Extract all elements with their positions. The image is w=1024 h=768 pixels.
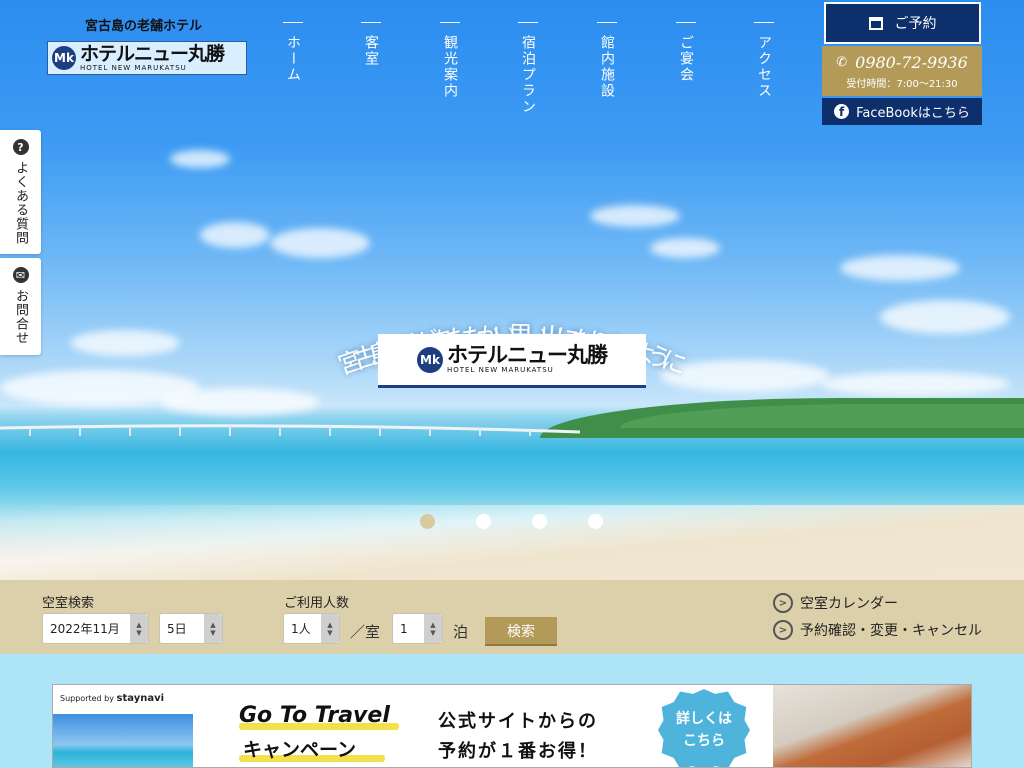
nav-banquet[interactable]: ご宴会	[676, 22, 696, 83]
per-room-label: ／室	[350, 623, 381, 641]
kurima-bridge	[0, 424, 580, 436]
slide-dot[interactable]	[588, 514, 603, 529]
side-tab-faq[interactable]: ? よくある質問	[0, 130, 41, 254]
slide-dot[interactable]	[476, 514, 491, 529]
cloud	[650, 238, 720, 258]
nav-facilities[interactable]: 館内施設	[597, 22, 617, 99]
supported-by: Supported by staynavi	[60, 693, 164, 704]
facebook-icon: f	[834, 104, 850, 119]
mail-icon: ✉	[12, 267, 29, 283]
logo-mark-icon: Mk	[417, 346, 443, 373]
nights-select[interactable]: 1 ▲ ▼	[392, 613, 443, 644]
hero-logo-jp: ホテルニュー丸勝	[447, 343, 608, 367]
spinner-icon: ▲ ▼	[130, 614, 148, 643]
phone-hours: 受付時間：7:00～21:30	[846, 79, 958, 90]
calendar-icon	[868, 16, 883, 30]
banner-message-line2: 予約が１番お得！	[438, 741, 598, 762]
hero-logo: Mk ホテルニュー丸勝 HOTEL NEW MARUKATSU	[378, 334, 646, 388]
nav-home[interactable]: ホーム	[283, 22, 303, 83]
people-select[interactable]: 1人 ▲ ▼	[283, 613, 340, 644]
search-button[interactable]: 検索	[485, 617, 557, 644]
chevron-right-icon: >	[773, 620, 793, 640]
badge-line1: 詳しくは	[676, 711, 732, 727]
banner-message: 公式サイトからの 予約が１番お得！	[438, 707, 598, 767]
banner-room-photo	[773, 685, 971, 767]
cloud	[270, 228, 370, 258]
nav-plans[interactable]: 宿泊プラン	[518, 22, 538, 115]
facebook-button[interactable]: f FaceBookはこちら	[822, 98, 982, 125]
nav-sightseeing[interactable]: 観光案内	[440, 22, 460, 99]
cloud	[880, 300, 1010, 334]
cloud	[820, 372, 1010, 396]
nights-unit: 泊	[453, 623, 469, 641]
phone-number: 0980-72-9936	[855, 53, 968, 72]
supported-brand: staynavi	[116, 693, 165, 704]
cloud	[840, 255, 960, 281]
reservation-manage-link[interactable]: > 予約確認・変更・キャンセル	[773, 620, 982, 640]
people-label: ご利用人数	[284, 596, 350, 611]
reserve-label: ご予約	[894, 16, 937, 32]
month-value: 2022年11月	[50, 622, 120, 636]
cloud	[170, 150, 230, 168]
day-value: 5日	[167, 622, 187, 636]
nav-access[interactable]: アクセス	[754, 22, 774, 99]
cloud	[200, 222, 270, 248]
vacancy-calendar-label: 空室カレンダー	[800, 596, 898, 612]
side-tab-faq-label: よくある質問	[13, 161, 28, 245]
nights-value: 1	[400, 621, 408, 636]
month-select[interactable]: 2022年11月 ▲ ▼	[42, 613, 149, 644]
slide-indicators	[0, 514, 1024, 530]
goto-travel-banner[interactable]: Supported by staynavi Go To Travel キャンペー…	[52, 684, 972, 768]
vacancy-search-label: 空室検索	[42, 596, 95, 611]
supported-by-text: Supported by	[60, 694, 114, 703]
banner-subtitle: キャンペーン	[243, 739, 357, 761]
cloud	[160, 388, 320, 416]
reserve-button[interactable]: ご予約	[824, 2, 981, 44]
people-value: 1人	[291, 622, 311, 636]
facebook-label: FaceBookはこちら	[856, 106, 970, 121]
reservation-manage-label: 予約確認・変更・キャンセル	[800, 623, 982, 639]
spinner-icon: ▲ ▼	[321, 614, 339, 643]
phone-icon: ✆	[836, 55, 848, 70]
banner-beach-photo	[53, 714, 193, 767]
banner-message-line1: 公式サイトからの	[438, 711, 598, 732]
banner-title: Go To Travel	[239, 703, 390, 728]
hero-logo-en: HOTEL NEW MARUKATSU	[447, 366, 554, 374]
cloud	[70, 330, 180, 356]
spinner-icon: ▲ ▼	[204, 614, 222, 643]
badge-line2: こちら	[683, 733, 725, 749]
question-icon: ?	[12, 139, 29, 155]
details-badge[interactable]: 詳しくは こちら	[658, 689, 750, 767]
vacancy-calendar-link[interactable]: > 空室カレンダー	[773, 593, 898, 613]
slide-dot[interactable]	[532, 514, 547, 529]
slide-dot[interactable]	[420, 514, 435, 529]
spinner-icon: ▲ ▼	[424, 614, 442, 643]
nav-rooms[interactable]: 客室	[361, 22, 381, 67]
side-tab-contact-label: お問合せ	[13, 289, 28, 345]
day-select[interactable]: 5日 ▲ ▼	[159, 613, 223, 644]
cloud	[590, 205, 680, 227]
phone-box[interactable]: ✆ 0980-72-9936 受付時間：7:00～21:30	[822, 46, 982, 96]
side-tab-contact[interactable]: ✉ お問合せ	[0, 258, 41, 355]
chevron-right-icon: >	[773, 593, 793, 613]
